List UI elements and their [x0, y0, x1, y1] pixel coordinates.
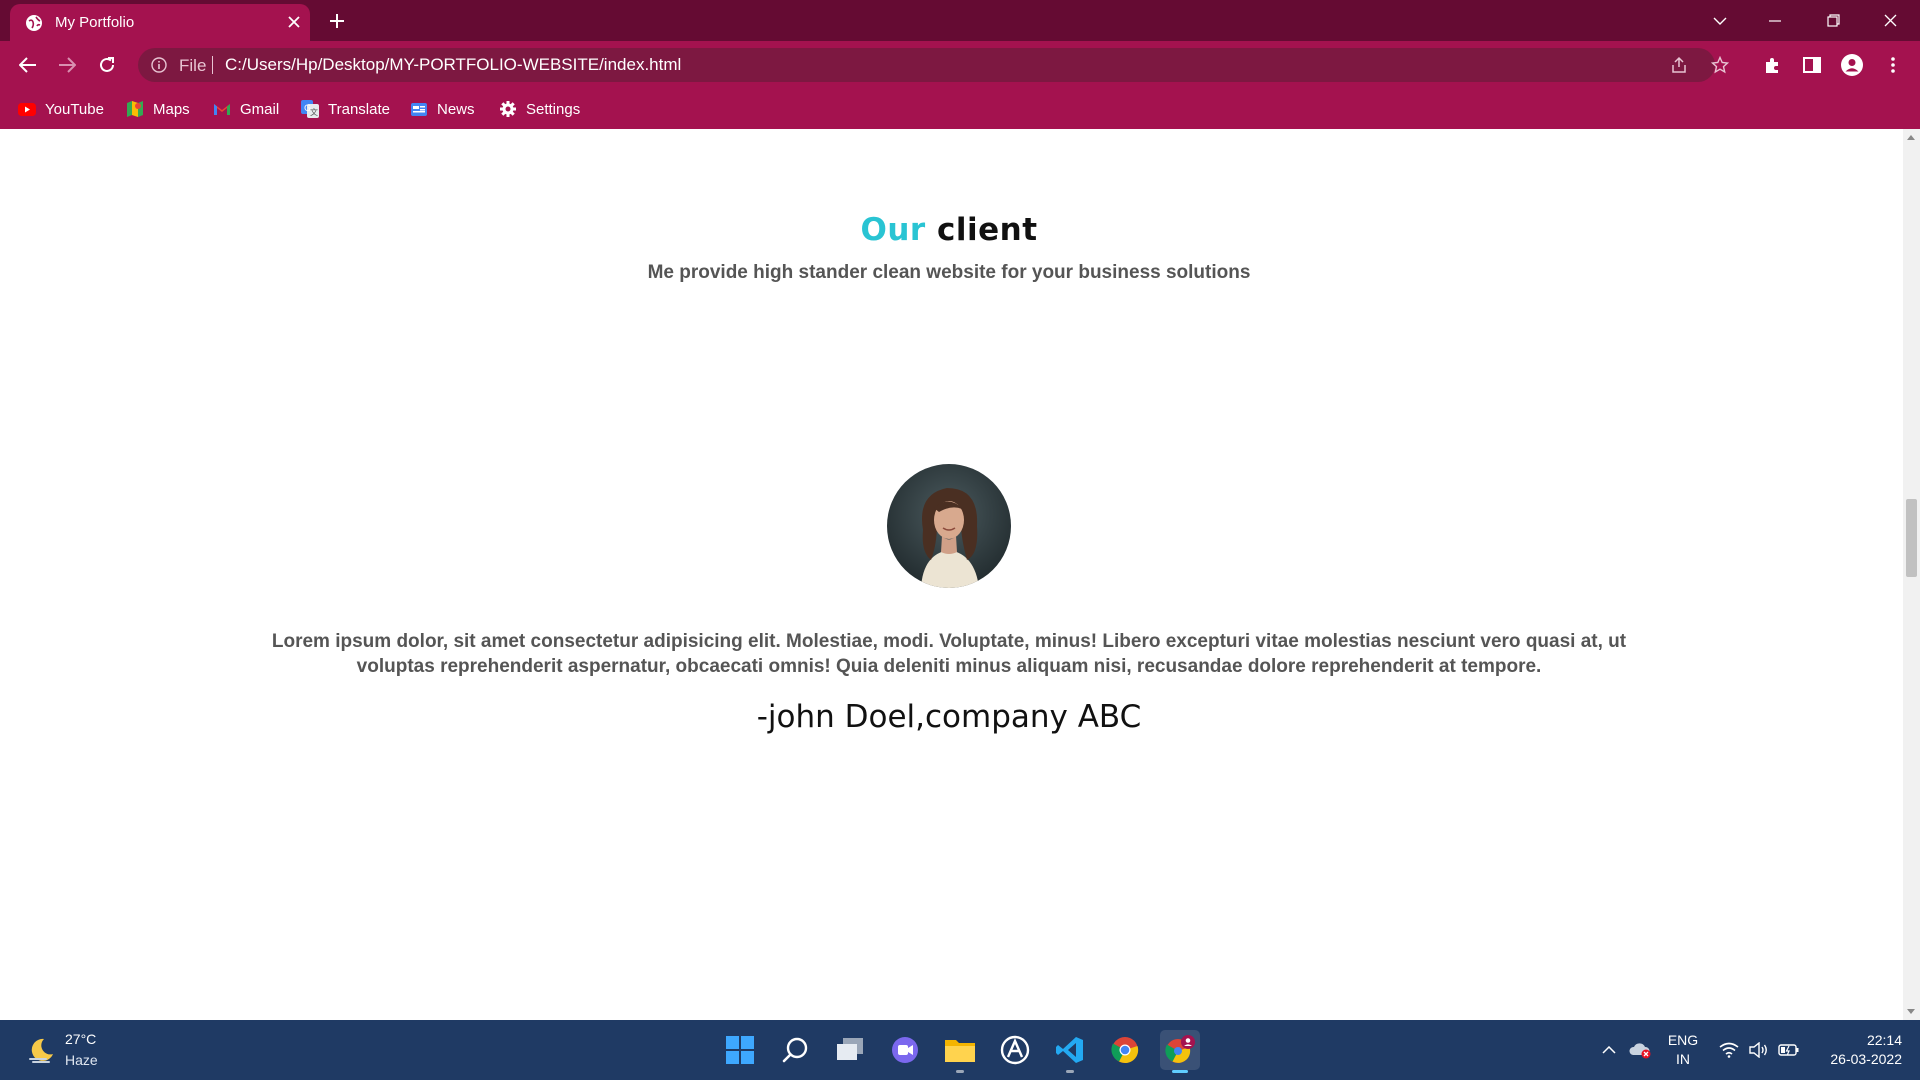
task-view-icon[interactable] — [830, 1030, 870, 1070]
close-tab-icon[interactable] — [282, 10, 306, 34]
news-icon — [410, 100, 428, 118]
language-indicator[interactable]: ENG IN — [1665, 1031, 1701, 1069]
translate-icon: G文 — [301, 100, 319, 118]
minimize-icon[interactable] — [1751, 0, 1799, 41]
clock-time: 22:14 — [1866, 1032, 1902, 1048]
weather-description[interactable]: Haze — [65, 1052, 98, 1068]
moon-haze-icon[interactable] — [26, 1035, 56, 1065]
scrollbar-thumb[interactable] — [1906, 499, 1917, 577]
onedrive-error-icon[interactable] — [1628, 1038, 1652, 1062]
side-panel-icon[interactable] — [1800, 53, 1824, 77]
running-indicator — [1066, 1070, 1074, 1073]
scheme-label: File — [179, 56, 207, 75]
page-viewport: Our client Me provide high stander clean… — [0, 129, 1903, 1020]
url-text[interactable]: C:/Users/Hp/Desktop/MY-PORTFOLIO-WEBSITE… — [225, 55, 681, 75]
youtube-icon — [18, 100, 36, 118]
windows-taskbar: 27°C Haze ENG IN 22:14 26-03-2022 — [0, 1020, 1920, 1080]
client-avatar — [887, 464, 1011, 588]
vscode-icon[interactable] — [1050, 1030, 1090, 1073]
scroll-up-arrow-icon[interactable] — [1907, 135, 1915, 140]
file-explorer-icon[interactable] — [940, 1030, 980, 1073]
bookmark-star-icon[interactable] — [1709, 54, 1731, 76]
address-separator — [212, 56, 213, 74]
bookmark-settings[interactable]: Settings — [499, 96, 580, 122]
share-icon[interactable] — [1668, 54, 1690, 76]
chrome-icon[interactable] — [1105, 1030, 1145, 1070]
show-hidden-icons-chevron-icon[interactable] — [1597, 1038, 1621, 1062]
address-bar[interactable]: File C:/Users/Hp/Desktop/MY-PORTFOLIO-WE… — [138, 48, 1729, 82]
teams-chat-icon[interactable] — [885, 1030, 925, 1070]
bookmark-news[interactable]: News — [410, 96, 475, 122]
testimonial-quote: Lorem ipsum dolor, sit amet consectetur … — [271, 631, 1627, 677]
extensions-puzzle-icon[interactable] — [1761, 53, 1785, 77]
info-icon[interactable] — [151, 57, 167, 73]
forward-arrow-icon[interactable] — [53, 51, 81, 79]
settings-gear-icon — [499, 100, 517, 118]
scroll-down-arrow-icon[interactable] — [1907, 1009, 1915, 1014]
active-indicator — [1172, 1070, 1188, 1073]
bookmark-youtube[interactable]: YouTube — [18, 96, 104, 122]
search-icon[interactable] — [775, 1030, 815, 1070]
browser-tab[interactable]: My Portfolio — [10, 4, 310, 41]
tab-title: My Portfolio — [55, 14, 135, 31]
close-window-icon[interactable] — [1866, 0, 1914, 41]
section-title-accent: Our — [860, 212, 926, 248]
clock-date: 26-03-2022 — [1830, 1051, 1902, 1067]
back-arrow-icon[interactable] — [14, 51, 42, 79]
chrome-profile-icon[interactable] — [1160, 1030, 1200, 1073]
bookmark-gmail[interactable]: Gmail — [213, 96, 279, 122]
wifi-icon[interactable] — [1717, 1038, 1741, 1062]
globe-icon — [26, 15, 42, 31]
tab-strip: My Portfolio — [0, 0, 1920, 41]
tab-search-chevron-icon[interactable] — [1696, 0, 1744, 41]
running-indicator — [956, 1070, 964, 1073]
new-tab-icon[interactable] — [325, 9, 349, 33]
system-clock[interactable]: 22:14 26-03-2022 — [1812, 1031, 1902, 1069]
page-scrollbar[interactable] — [1903, 129, 1920, 1020]
section-title-rest: client — [936, 212, 1038, 248]
weather-temperature[interactable]: 27°C — [65, 1031, 96, 1047]
restore-icon[interactable] — [1809, 0, 1857, 41]
battery-charging-icon[interactable] — [1777, 1038, 1801, 1062]
section-subtitle: Me provide high stander clean website fo… — [647, 262, 1251, 283]
bookmark-maps[interactable]: Maps — [126, 96, 190, 122]
bookmark-translate[interactable]: G文 Translate — [301, 96, 390, 122]
app-store-icon[interactable] — [995, 1030, 1035, 1070]
volume-icon[interactable] — [1747, 1038, 1771, 1062]
menu-kebab-icon[interactable] — [1881, 53, 1905, 77]
browser-toolbar: File C:/Users/Hp/Desktop/MY-PORTFOLIO-WE… — [0, 41, 1920, 89]
section-title: Our client — [0, 212, 1898, 248]
profile-avatar-icon[interactable] — [1840, 53, 1864, 77]
gmail-icon — [213, 100, 231, 118]
testimonial-author: -john Doel,company ABC — [756, 699, 1142, 735]
reload-icon[interactable] — [93, 51, 121, 79]
bookmarks-bar: YouTube Maps Gmail G文 Translate News Set… — [0, 89, 1920, 129]
maps-icon — [126, 100, 144, 118]
svg-text:文: 文 — [310, 107, 318, 117]
start-icon[interactable] — [720, 1030, 760, 1070]
